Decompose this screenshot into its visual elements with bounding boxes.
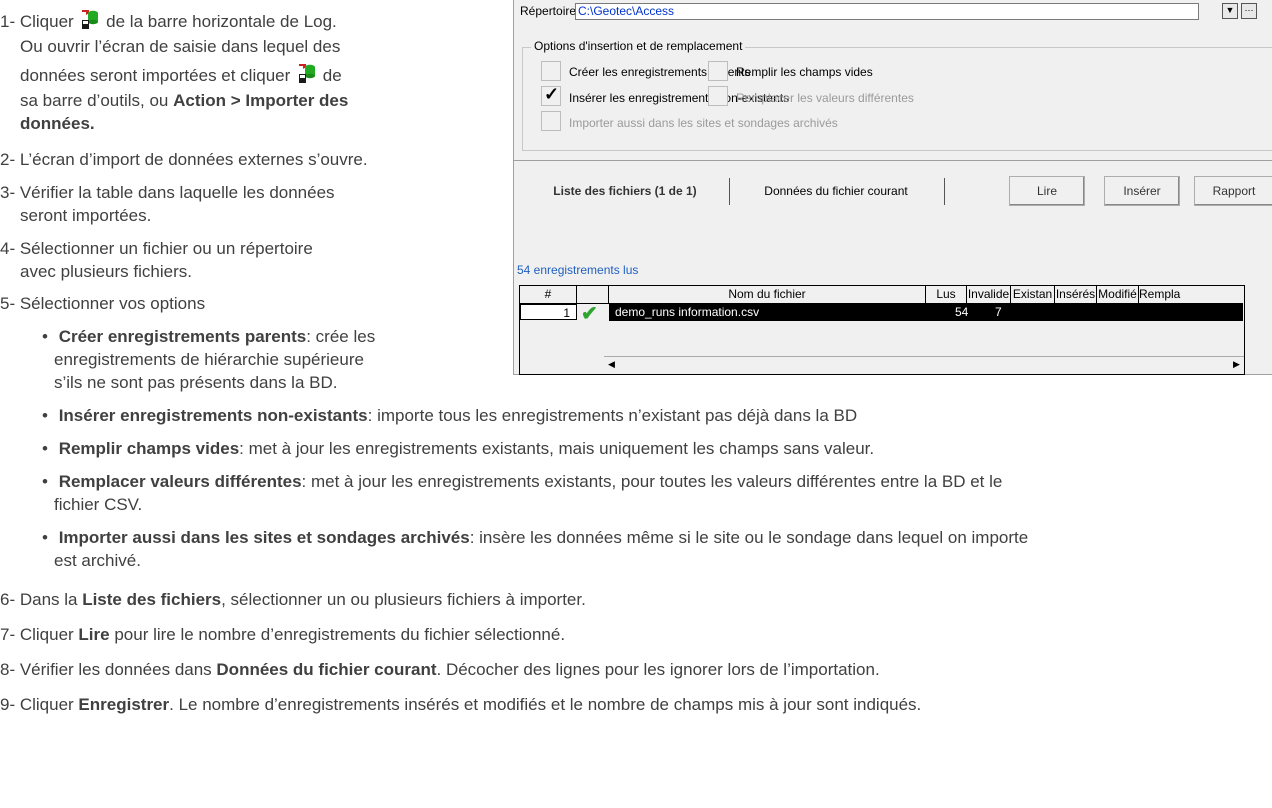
option-create-parents-desc-2: enregistrements de hiérarchie supérieure (54, 350, 364, 369)
file-list-grid[interactable]: # Nom du fichier Lus Invalide Existan In… (519, 285, 1245, 375)
step5: 5- Sélectionner vos options (0, 294, 206, 313)
step3-line2: seront importées. (20, 206, 152, 225)
scroll-right-icon[interactable]: ▶ (1229, 357, 1244, 372)
step4-line2: avec plusieurs fichiers. (20, 262, 192, 281)
replace-diff-label: Remplacer les valeurs différentes (736, 91, 914, 105)
step1-line2: Ou ouvrir l’écran de saisie dans lequel … (20, 37, 341, 56)
col-header-filename[interactable]: Nom du fichier (609, 286, 926, 304)
checkmark-icon: ✓ (544, 84, 560, 104)
table-row[interactable]: demo_runs information.csv 54 7 (609, 304, 1243, 321)
tab-separator (944, 178, 945, 205)
fill-empty-checkbox[interactable] (708, 61, 728, 81)
directory-input[interactable]: C:\Geotec\Access (575, 3, 1199, 20)
import-dialog: Répertoire: C:\Geotec\Access ▼ ⋯ Options… (513, 0, 1272, 375)
insert-nonexisting-checkbox[interactable]: ✓ (541, 84, 561, 106)
step3-line1: 3- Vérifier la table dans laquelle les d… (0, 183, 335, 202)
import-db-icon (80, 9, 99, 31)
option-fill-desc: Remplir champs vides: met à jour les enr… (42, 438, 874, 459)
dropdown-arrow-icon[interactable]: ▼ (1222, 3, 1238, 19)
col-header-modified[interactable]: Modifié (1097, 286, 1139, 304)
step9: 9- Cliquer Enregistrer. Le nombre d’enre… (0, 695, 922, 714)
step1-line4: sa barre d’outils, ou Action > Importer … (20, 91, 349, 110)
report-button[interactable]: Rapport (1194, 176, 1272, 206)
row-number: 1 (520, 304, 577, 320)
step4-line1: 4- Sélectionner un fichier ou un réperto… (0, 239, 313, 258)
step8: 8- Vérifier les données dans Données du … (0, 660, 880, 679)
option-create-parents-desc: Créer enregistrements parents: crée les (42, 326, 376, 347)
fill-empty-label: Remplir les champs vides (736, 65, 873, 79)
option-create-parents-desc-3: s’ils ne sont pas présents dans la BD. (54, 373, 338, 392)
tab-file-list[interactable]: Liste des fichiers (1 de 1) (521, 178, 729, 205)
step1-line5: données. (20, 114, 95, 133)
col-header-inserted[interactable]: Insérés (1055, 286, 1097, 304)
divider (514, 160, 1272, 161)
insert-button[interactable]: Insérer (1104, 176, 1180, 206)
scroll-left-icon[interactable]: ◀ (604, 357, 619, 372)
tab-separator (729, 178, 730, 205)
step1-line1: 1- Cliquer de la barre horizontale de Lo… (0, 9, 337, 32)
directory-label: Répertoire: (520, 4, 580, 18)
tab-current-file-data[interactable]: Données du fichier courant (736, 178, 936, 205)
status-text: 54 enregistrements lus (517, 263, 639, 277)
step2: 2- L’écran d’import de données externes … (0, 150, 368, 169)
col-header-replaced[interactable]: Rempla (1139, 286, 1243, 304)
options-legend: Options d'insertion et de remplacement (531, 39, 746, 53)
step7: 7- Cliquer Lire pour lire le nombre d’en… (0, 625, 566, 644)
row-invalid-count: 7 (995, 305, 1002, 319)
row-filename: demo_runs information.csv (615, 305, 760, 319)
col-header-existing[interactable]: Existan (1011, 286, 1055, 304)
option-replace-desc-2: fichier CSV. (54, 495, 143, 514)
import-db-icon (297, 63, 316, 85)
step6: 6- Dans la Liste des fichiers, sélection… (0, 590, 586, 609)
browse-folder-icon[interactable]: ⋯ (1241, 3, 1257, 19)
horizontal-scrollbar[interactable]: ◀ ▶ (604, 356, 1244, 373)
ok-check-icon: ✔ (581, 303, 598, 325)
import-archived-label: Importer aussi dans les sites et sondage… (569, 116, 838, 130)
col-header-invalid[interactable]: Invalide (967, 286, 1011, 304)
import-archived-checkbox[interactable] (541, 111, 561, 131)
step1-line3: données seront importées et cliquer de (20, 63, 342, 86)
col-header-read[interactable]: Lus (926, 286, 967, 304)
option-replace-desc: Remplacer valeurs différentes: met à jou… (42, 471, 1003, 492)
create-parents-checkbox[interactable] (541, 61, 561, 81)
option-archived-desc: Importer aussi dans les sites et sondage… (42, 527, 1029, 548)
col-header-num[interactable]: # (520, 286, 577, 304)
replace-diff-checkbox[interactable] (708, 86, 728, 106)
row-read-count: 54 (955, 305, 969, 319)
option-archived-desc-2: est archivé. (54, 551, 141, 570)
read-button[interactable]: Lire (1009, 176, 1085, 206)
option-insert-desc: Insérer enregistrements non-existants: i… (42, 405, 857, 426)
